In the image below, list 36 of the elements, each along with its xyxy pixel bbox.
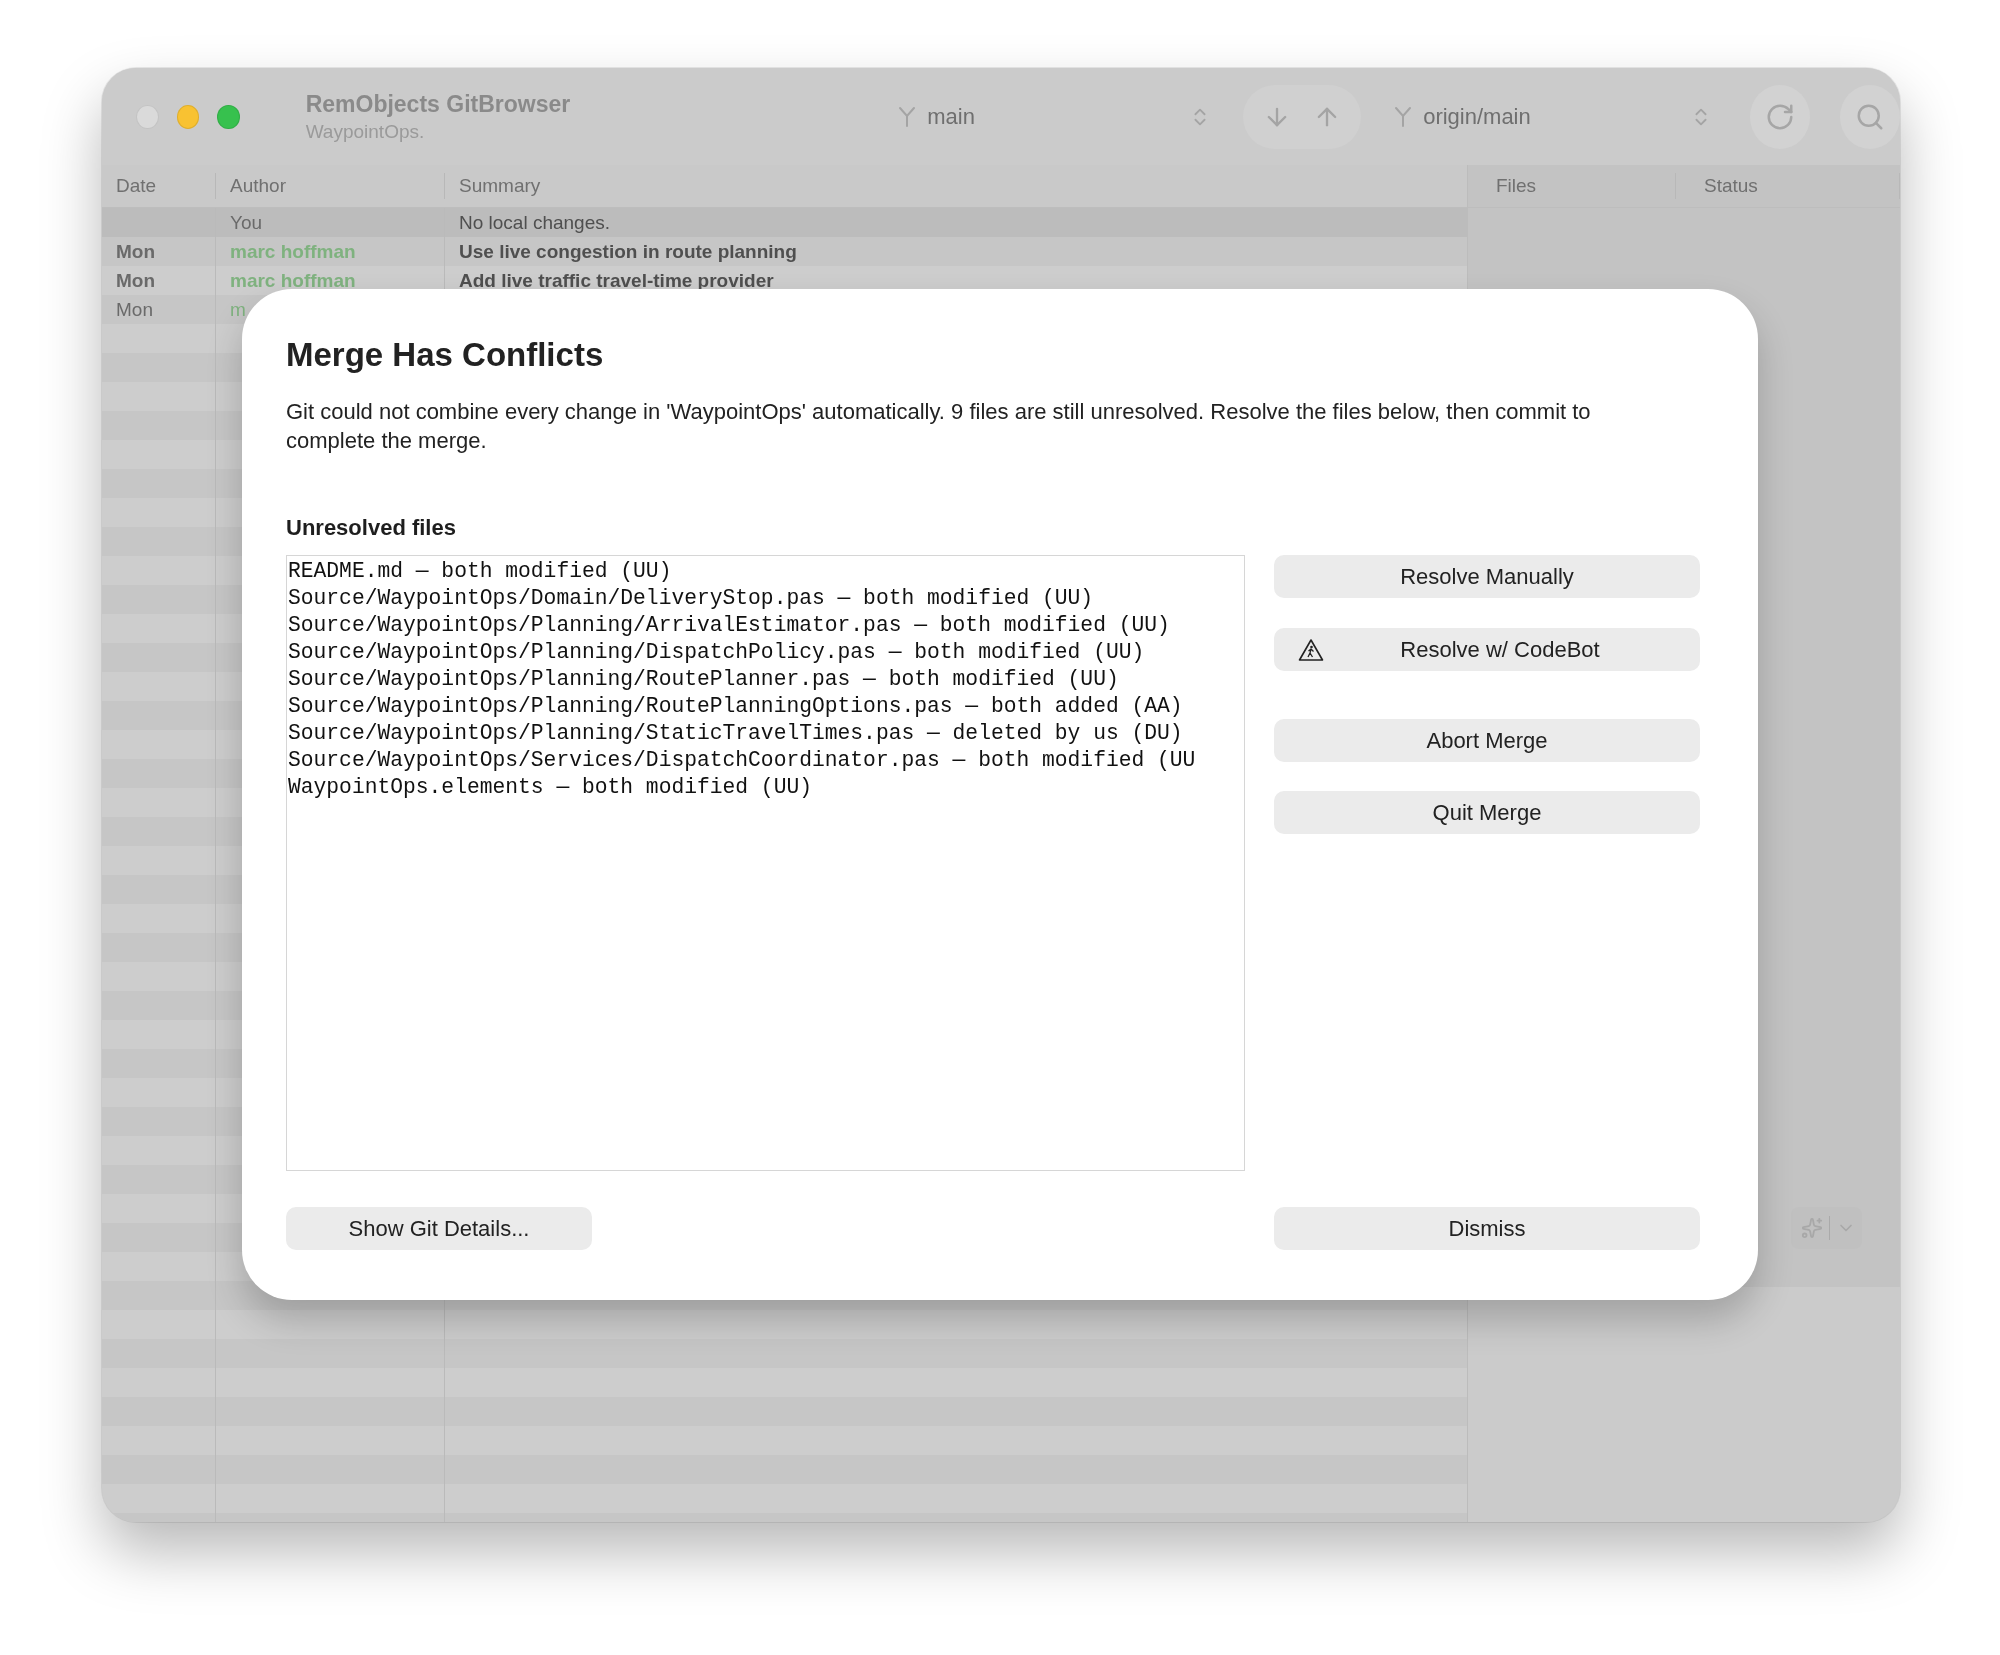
file-entry: Source/WaypointOps/Planning/ArrivalEstimator.pas — both modified (UU) xyxy=(288,612,1171,639)
dialog-button[interactable]: Resolve w/ CodeBot xyxy=(1274,628,1700,671)
list-label: Unresolved files xyxy=(286,515,457,541)
dialog-title: Merge Has Conflicts xyxy=(286,335,605,375)
summary-cell-text: Add live traffic travel-time provider xyxy=(458,269,775,293)
local-branch-selector[interactable]: main xyxy=(889,94,1220,139)
file-entry: Source/WaypointOps/Services/DispatchCoordinator.pas — both modified (UU xyxy=(288,747,1197,774)
minimize-button[interactable] xyxy=(176,104,200,129)
dialog-button[interactable]: Quit Merge xyxy=(1274,791,1700,834)
summary-cell-text: Use live congestion in route planning xyxy=(458,240,798,264)
dismiss-button[interactable]: Dismiss xyxy=(1274,1207,1700,1250)
file-entry: Source/WaypointOps/Planning/StaticTravelTimes.pas — deleted by us (DU) xyxy=(288,720,1184,747)
dialog-button[interactable]: Abort Merge xyxy=(1274,719,1700,762)
show-details-button[interactable]: Show Git Details... xyxy=(286,1207,592,1250)
branch-icon xyxy=(897,105,918,128)
commit-row[interactable]: You No local changes. xyxy=(102,208,1467,237)
dialog-message: Git could not combine every change in 'WaypointOps' automatically. 9 files are still unresolved. Resolve the files below, then commit to complete the merge. xyxy=(286,398,1592,455)
zoom-button[interactable] xyxy=(217,104,240,129)
warning-triangle-icon xyxy=(1298,638,1324,662)
file-entry: Source/WaypointOps/Planning/DispatchPolicy.pas — both modified (UU) xyxy=(288,639,1146,666)
file-entry: Source/WaypointOps/Domain/DeliveryStop.pas — both modified (UU) xyxy=(288,585,1095,612)
file-entry: WaypointOps.elements — both modified (UU) xyxy=(288,774,813,801)
remote-branch-selector[interactable]: origin/main xyxy=(1385,94,1720,139)
summary-cell-text: No local changes. xyxy=(458,211,612,235)
column-header[interactable]: Status xyxy=(1676,173,1900,199)
branch-icon xyxy=(1393,105,1414,128)
column-header[interactable]: Author xyxy=(216,173,445,199)
column-header[interactable]: Date xyxy=(102,173,216,199)
file-entry: Source/WaypointOps/Planning/RoutePlanner.pas — both modified (UU) xyxy=(288,666,1120,693)
column-header[interactable]: Summary xyxy=(445,173,1467,199)
sparkles-icon xyxy=(1801,1217,1823,1239)
file-entry: Source/WaypointOps/Planning/RoutePlanningOptions.pas — both added (AA) xyxy=(288,693,1184,720)
file-entry: README.md — both modified (UU) xyxy=(288,558,673,585)
window-title: RemObjects GitBrowser xyxy=(305,90,572,118)
column-header[interactable]: Files xyxy=(1468,173,1676,199)
dialog-button[interactable]: Resolve Manually xyxy=(1274,555,1700,598)
